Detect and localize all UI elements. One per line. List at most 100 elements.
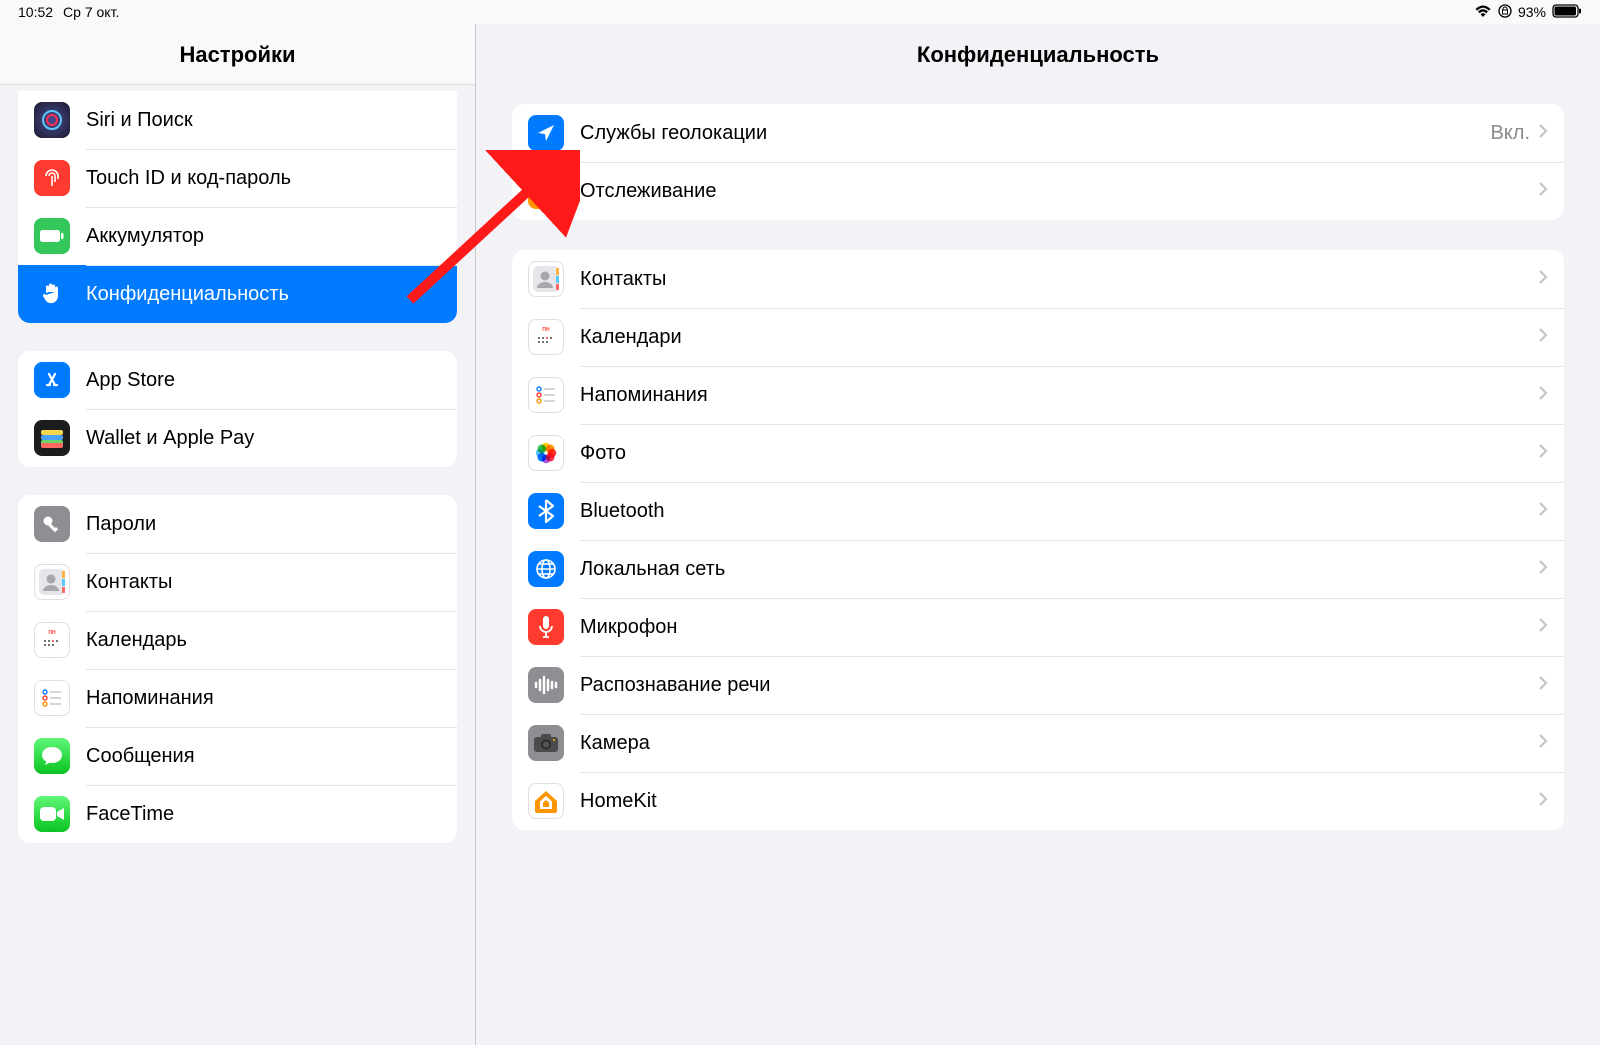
wifi-icon <box>1474 4 1492 21</box>
sidebar-item-label: FaceTime <box>86 803 441 826</box>
homekit-icon <box>528 783 564 819</box>
main-item-календари[interactable]: ПН Календари <box>512 308 1564 366</box>
main-item-label: Распознавание речи <box>580 674 1538 697</box>
sidebar-item-touch-id-и-код-пароль[interactable]: Touch ID и код-пароль <box>18 149 457 207</box>
chevron-right-icon <box>1538 733 1548 754</box>
sidebar-item-конфиденциальность[interactable]: Конфиденциальность <box>18 265 457 323</box>
status-bar: 10:52 Ср 7 окт. 93% <box>0 0 1600 24</box>
main-item-homekit[interactable]: HomeKit <box>512 772 1564 830</box>
hand-icon <box>34 276 70 312</box>
network-icon <box>528 551 564 587</box>
chevron-right-icon <box>1538 123 1548 144</box>
facetime-icon <box>34 796 70 832</box>
reminders-icon <box>528 377 564 413</box>
sidebar-group: App Store Wallet и Apple Pay <box>18 351 457 467</box>
status-date: Ср 7 окт. <box>63 4 119 20</box>
chevron-right-icon <box>1538 617 1548 638</box>
main-item-распознавание-речи[interactable]: Распознавание речи <box>512 656 1564 714</box>
sidebar-item-label: Пароли <box>86 513 441 536</box>
location-icon <box>528 115 564 151</box>
battery-icon <box>34 218 70 254</box>
main-item-микрофон[interactable]: Микрофон <box>512 598 1564 656</box>
microphone-icon <box>528 609 564 645</box>
tracking-icon <box>528 173 564 209</box>
sidebar-item-label: Конфиденциальность <box>86 283 441 306</box>
main-item-локальная-сеть[interactable]: Локальная сеть <box>512 540 1564 598</box>
sidebar-item-пароли[interactable]: Пароли <box>18 495 457 553</box>
sidebar-group: Siri и Поиск Touch ID и код-пароль Аккумул… <box>18 91 457 323</box>
chevron-right-icon <box>1538 791 1548 812</box>
main-pane: Конфиденциальность Службы геолокацииВкл.… <box>476 24 1600 1045</box>
sidebar-item-label: Wallet и Apple Pay <box>86 427 441 450</box>
contacts-icon <box>34 564 70 600</box>
sidebar-item-label: Контакты <box>86 571 441 594</box>
main-item-напоминания[interactable]: Напоминания <box>512 366 1564 424</box>
chevron-right-icon <box>1538 501 1548 522</box>
main-group: Службы геолокацииВкл. Отслеживание <box>512 104 1564 220</box>
battery-icon <box>1552 4 1582 21</box>
main-item-label: Локальная сеть <box>580 558 1538 581</box>
messages-icon <box>34 738 70 774</box>
wallet-icon <box>34 420 70 456</box>
main-item-label: Календари <box>580 326 1538 349</box>
main-group: Контакты ПН Календари Напоминания Фото Blueto… <box>512 250 1564 830</box>
sidebar-item-календарь[interactable]: ПН Календарь <box>18 611 457 669</box>
chevron-right-icon <box>1538 269 1548 290</box>
camera-icon <box>528 725 564 761</box>
battery-percent: 93% <box>1518 4 1546 20</box>
sidebar-item-сообщения[interactable]: Сообщения <box>18 727 457 785</box>
status-right: 93% <box>1474 4 1582 21</box>
chevron-right-icon <box>1538 559 1548 580</box>
main-item-value: Вкл. <box>1490 122 1530 145</box>
sidebar-item-label: Аккумулятор <box>86 225 441 248</box>
main-item-label: Камера <box>580 732 1538 755</box>
sidebar-item-facetime[interactable]: FaceTime <box>18 785 457 843</box>
rotation-lock-icon <box>1498 4 1512 21</box>
siri-icon <box>34 102 70 138</box>
main-item-контакты[interactable]: Контакты <box>512 250 1564 308</box>
sidebar-item-напоминания[interactable]: Напоминания <box>18 669 457 727</box>
sidebar-item-wallet-и-apple-pay[interactable]: Wallet и Apple Pay <box>18 409 457 467</box>
main-item-bluetooth[interactable]: Bluetooth <box>512 482 1564 540</box>
sidebar-group: Пароли Контакты ПН Календарь Напоминания Сооб… <box>18 495 457 843</box>
main-item-label: Отслеживание <box>580 180 1538 203</box>
photos-icon <box>528 435 564 471</box>
chevron-right-icon <box>1538 443 1548 464</box>
chevron-right-icon <box>1538 181 1548 202</box>
main-item-label: Контакты <box>580 268 1538 291</box>
fingerprint-icon <box>34 160 70 196</box>
speech-icon <box>528 667 564 703</box>
sidebar-item-siri-и-поиск[interactable]: Siri и Поиск <box>18 91 457 149</box>
main-item-label: Службы геолокации <box>580 122 1490 145</box>
main-item-label: Bluetooth <box>580 500 1538 523</box>
main-title: Конфиденциальность <box>476 24 1600 84</box>
chevron-right-icon <box>1538 385 1548 406</box>
chevron-right-icon <box>1538 327 1548 348</box>
sidebar-title: Настройки <box>0 24 475 85</box>
main-item-службы-геолокации[interactable]: Службы геолокацииВкл. <box>512 104 1564 162</box>
main-item-фото[interactable]: Фото <box>512 424 1564 482</box>
main-item-label: HomeKit <box>580 790 1538 813</box>
key-icon <box>34 506 70 542</box>
main-item-label: Микрофон <box>580 616 1538 639</box>
main-item-камера[interactable]: Камера <box>512 714 1564 772</box>
sidebar-item-аккумулятор[interactable]: Аккумулятор <box>18 207 457 265</box>
svg-text:ПН: ПН <box>542 327 550 333</box>
sidebar-item-app-store[interactable]: App Store <box>18 351 457 409</box>
status-time: 10:52 <box>18 4 53 20</box>
sidebar-item-контакты[interactable]: Контакты <box>18 553 457 611</box>
appstore-icon <box>34 362 70 398</box>
svg-text:ПН: ПН <box>48 630 56 636</box>
sidebar-item-label: Календарь <box>86 629 441 652</box>
calendar-icon: ПН <box>528 319 564 355</box>
main-item-отслеживание[interactable]: Отслеживание <box>512 162 1564 220</box>
sidebar-item-label: Siri и Поиск <box>86 109 441 132</box>
sidebar-item-label: Touch ID и код-пароль <box>86 167 441 190</box>
sidebar-item-label: Напоминания <box>86 687 441 710</box>
sidebar: Настройки Siri и Поиск Touch ID и код-пар… <box>0 24 476 1045</box>
contacts-icon <box>528 261 564 297</box>
sidebar-item-label: Сообщения <box>86 745 441 768</box>
sidebar-item-label: App Store <box>86 369 441 392</box>
main-item-label: Фото <box>580 442 1538 465</box>
chevron-right-icon <box>1538 675 1548 696</box>
